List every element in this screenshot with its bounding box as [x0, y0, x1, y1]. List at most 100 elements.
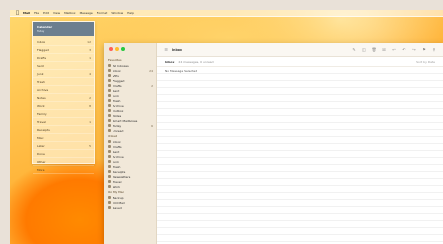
sidebar-item[interactable]: Trash: [104, 98, 156, 103]
panel-row-label: More: [37, 167, 45, 172]
panel-row-label: Misc: [37, 135, 44, 140]
sidebar-item[interactable]: Unread: [104, 128, 156, 133]
compose-icon[interactable]: ✎: [351, 47, 357, 53]
menubar-item[interactable]: Message: [80, 11, 93, 15]
mailbox-icon: [108, 196, 111, 199]
close-button[interactable]: [109, 47, 113, 51]
floating-panel: Calendar Today Inbox 12 Flagged 3 Drafts 1 Sen…: [32, 21, 95, 174]
panel-row[interactable]: Archive: [33, 86, 94, 94]
sidebar-item[interactable]: Archive: [104, 154, 156, 159]
mailbox-icon: [108, 124, 111, 127]
sidebar-item[interactable]: Inbox: [104, 139, 156, 144]
sidebar-item-label: Notes: [112, 113, 122, 118]
sidebar-item[interactable]: Outbox: [104, 108, 156, 113]
sidebar-item[interactable]: Work: [104, 184, 156, 189]
panel-row[interactable]: Notes 2: [33, 94, 94, 102]
mailbox-icon: [108, 94, 111, 97]
mailbox-icon: [108, 170, 111, 173]
menubar-item[interactable]: Edit: [43, 11, 49, 15]
mailbox-icon: [108, 185, 111, 188]
sidebar-toggle-icon[interactable]: ☰: [163, 47, 169, 53]
mailbox-icon: [108, 109, 111, 112]
panel-row[interactable]: Travel 1: [33, 118, 94, 126]
panel-row[interactable]: Flagged 3: [33, 46, 94, 54]
sidebar-item[interactable]: Drafts 2: [104, 83, 156, 88]
menubar-item[interactable]: Format: [97, 11, 108, 15]
menubar-app-name[interactable]: Mail: [23, 11, 30, 15]
sidebar-item[interactable]: Receipts: [104, 169, 156, 174]
panel-header[interactable]: Calendar Today: [33, 22, 94, 36]
sidebar-item[interactable]: Junk: [104, 159, 156, 164]
apple-icon[interactable]: : [16, 10, 19, 16]
sidebar-item[interactable]: Saved: [104, 205, 156, 210]
sidebar-item[interactable]: Smart Mailboxes: [104, 118, 156, 123]
mailbox-icon: [108, 119, 111, 122]
menubar-item[interactable]: File: [34, 11, 39, 15]
panel-row[interactable]: Inbox 12: [33, 38, 94, 46]
panel-row[interactable]: More: [33, 166, 94, 174]
mailbox-icon: [108, 155, 111, 158]
sidebar-item[interactable]: Inbox 24: [104, 68, 156, 73]
panel-row[interactable]: Other: [33, 158, 94, 166]
sort-menu[interactable]: Sort by Date: [416, 60, 435, 64]
sidebar-item-label: Drafts: [112, 144, 122, 149]
sidebar-item-label: Junk: [112, 159, 119, 164]
panel-row[interactable]: Junk 4: [33, 70, 94, 78]
menubar-item[interactable]: Window: [111, 11, 123, 15]
menubar-item[interactable]: Help: [127, 11, 134, 15]
mailbox-icon: [108, 69, 111, 72]
reply-all-icon[interactable]: ↶: [401, 47, 407, 53]
sidebar-item-label: Archive: [112, 154, 124, 159]
junk-icon[interactable]: ☒: [381, 47, 387, 53]
sidebar-item[interactable]: Trash: [104, 164, 156, 169]
panel-row[interactable]: Receipts: [33, 126, 94, 134]
sidebar-item-count: 2: [151, 83, 153, 88]
panel-row[interactable]: Work 8: [33, 102, 94, 110]
zoom-button[interactable]: [121, 47, 125, 51]
reply-icon[interactable]: ↩: [391, 47, 397, 53]
sidebar-item-label: Junk: [112, 93, 119, 98]
panel-row-label: Other: [37, 159, 46, 164]
archive-icon[interactable]: ◫: [361, 47, 367, 53]
panel-row-label: Family: [37, 111, 47, 116]
sidebar-item[interactable]: Drafts: [104, 144, 156, 149]
sidebar-item-label: Outbox: [112, 108, 124, 113]
minimize-button[interactable]: [115, 47, 119, 51]
sidebar-item[interactable]: VIPs: [104, 73, 156, 78]
sidebar-item[interactable]: Newsletters: [104, 174, 156, 179]
menubar-item[interactable]: Mailbox: [64, 11, 76, 15]
sidebar-item-label: Archive: [112, 103, 124, 108]
mailbox-icon: [108, 114, 111, 117]
panel-row[interactable]: Done: [33, 150, 94, 158]
trash-icon[interactable]: 🗑: [371, 47, 377, 53]
sidebar-item[interactable]: Old Mail: [104, 200, 156, 205]
panel-row[interactable]: Family: [33, 110, 94, 118]
panel-row[interactable]: Later 5: [33, 142, 94, 150]
toolbar: ☰ Inbox ✎ ◫ 🗑 ☒ ↩ ↶ ↪ ⚑ ⚲: [157, 43, 443, 57]
panel-row-value: 8: [89, 103, 91, 108]
panel-row-value: 1: [89, 119, 91, 124]
sidebar-item[interactable]: All Inboxes: [104, 63, 156, 68]
sidebar-item[interactable]: Junk: [104, 93, 156, 98]
sidebar-item[interactable]: Sent: [104, 88, 156, 93]
flag-icon[interactable]: ⚑: [421, 47, 427, 53]
panel-row[interactable]: Misc: [33, 134, 94, 142]
mailbox-icon: [108, 140, 111, 143]
menubar-item[interactable]: View: [53, 11, 60, 15]
sidebar-item[interactable]: Backup: [104, 195, 156, 200]
message-list[interactable]: No Message Selected: [157, 67, 443, 244]
forward-icon[interactable]: ↪: [411, 47, 417, 53]
panel-row-value: 4: [89, 71, 91, 76]
search-icon[interactable]: ⚲: [431, 47, 437, 53]
sidebar-item[interactable]: Notes: [104, 113, 156, 118]
sidebar-item[interactable]: Today 6: [104, 123, 156, 128]
sidebar-item[interactable]: Sent: [104, 149, 156, 154]
sidebar-item[interactable]: Travel: [104, 179, 156, 184]
sidebar-item[interactable]: Archive: [104, 103, 156, 108]
panel-row[interactable]: Trash: [33, 78, 94, 86]
sidebar-item[interactable]: Flagged: [104, 78, 156, 83]
panel-row[interactable]: Sent: [33, 62, 94, 70]
sidebar-item-label: Newsletters: [112, 174, 131, 179]
sidebar-item-label: Receipts: [112, 169, 126, 174]
panel-row[interactable]: Drafts 1: [33, 54, 94, 62]
